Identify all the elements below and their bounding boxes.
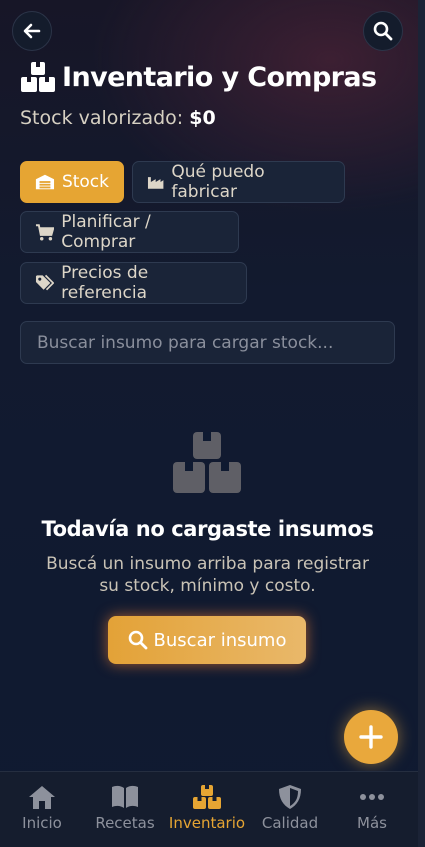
tab-precios-label: Precios de referencia (61, 263, 149, 303)
search-supply-button[interactable]: Buscar insumo (108, 616, 306, 664)
bottom-nav: Inicio Recetas Inventario Calidad Más (0, 771, 418, 847)
nav-item-label: Calidad (261, 814, 319, 832)
shield-icon (279, 785, 301, 809)
tab-planificar[interactable]: Planificar / Comprar (20, 211, 239, 253)
nav-item-calidad[interactable]: Calidad (249, 772, 331, 847)
back-button[interactable] (12, 11, 52, 51)
book-icon (112, 785, 138, 808)
nav-item-recetas[interactable]: Recetas (84, 772, 166, 847)
nav-item-inventario[interactable]: Inventario (166, 772, 248, 847)
boxes-icon (193, 785, 221, 809)
page-title: Inventario y Compras (20, 60, 377, 94)
scrollbar-track[interactable] (418, 0, 425, 847)
nav-item-inicio[interactable]: Inicio (1, 772, 83, 847)
tab-stock-label: Stock (61, 172, 109, 192)
nav-item-label: Inicio (22, 814, 62, 832)
search-supply-button-label: Buscar insumo (153, 629, 287, 651)
tags-icon (35, 274, 55, 291)
tab-fabricar-label: Qué puedo fabricar (171, 162, 265, 202)
factory-icon (147, 177, 164, 189)
tab-precios[interactable]: Precios de referencia (20, 262, 247, 304)
search-icon (128, 630, 147, 650)
stock-valuation-value: $0 (189, 107, 216, 129)
search-icon (373, 21, 393, 41)
search-button[interactable] (363, 11, 403, 51)
more-icon (360, 794, 384, 800)
page-title-text: Inventario y Compras (62, 61, 377, 93)
plus-icon (359, 725, 383, 749)
empty-state-boxes-icon (173, 432, 241, 493)
tab-stock[interactable]: Stock (20, 161, 124, 203)
tab-fabricar[interactable]: Qué puedo fabricar (132, 161, 345, 203)
arrow-left-icon (23, 23, 41, 39)
warehouse-icon (35, 174, 55, 190)
tab-planificar-label: Planificar / Comprar (61, 212, 151, 252)
add-fab-button[interactable] (344, 710, 398, 764)
stock-valuation: Stock valorizado: $0 (20, 107, 216, 129)
nav-item-mas[interactable]: Más (331, 772, 413, 847)
nav-item-label: Inventario (168, 814, 246, 832)
empty-state-description: Buscá un insumo arriba para registrar su… (46, 554, 369, 596)
home-icon (29, 786, 55, 809)
nav-item-label: Más (357, 814, 387, 832)
boxes-icon (21, 62, 55, 92)
search-input[interactable] (20, 321, 395, 364)
cart-icon (35, 223, 55, 240)
empty-state-title: Todavía no cargaste insumos (41, 517, 374, 541)
nav-item-label: Recetas (95, 814, 155, 832)
stock-valuation-label: Stock valorizado: (20, 107, 184, 129)
